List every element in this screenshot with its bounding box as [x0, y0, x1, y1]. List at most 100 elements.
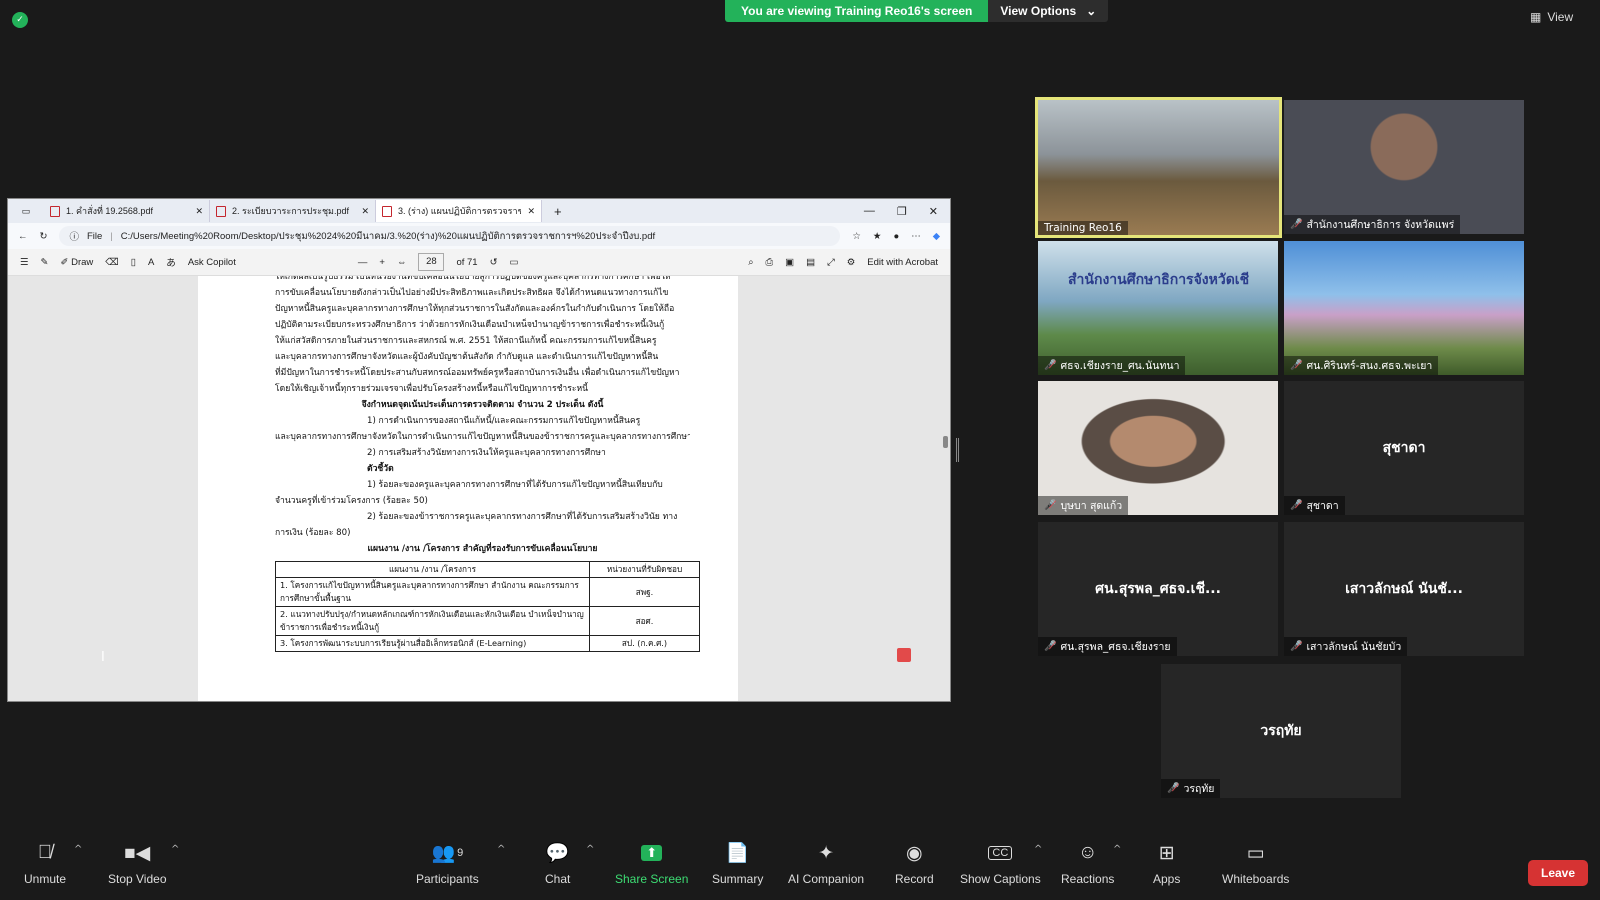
chevron-up-icon[interactable]: ^	[1034, 844, 1042, 855]
chevron-up-icon[interactable]: ^	[586, 844, 594, 855]
star-icon[interactable]: ☆	[852, 231, 861, 242]
doc-heading: จึงกำหนดจุดเน้นประเด็นการตรวจติดตาม จำนว…	[361, 400, 604, 410]
mic-muted-icon: 🎙̸	[37, 842, 53, 863]
favorites-icon[interactable]: ★	[873, 231, 882, 242]
pdf-viewer[interactable]: ให้เกิดผลเป็นรูปธรรม เป็นหน่วยงานที่ขับเ…	[8, 276, 950, 701]
settings-icon[interactable]: ⚙	[847, 257, 856, 268]
video-tile[interactable]: สำนักงานศึกษาธิการจังหวัดเชี 🎤̸ ศธจ.เชียง…	[1038, 241, 1278, 375]
profile-icon[interactable]: ●	[893, 231, 899, 242]
security-shield-icon[interactable]: ✓	[12, 12, 28, 28]
new-tab-icon[interactable]: +	[542, 204, 562, 219]
video-tile[interactable]: Training Reo16	[1035, 97, 1282, 238]
participant-name: Training Reo16	[1044, 222, 1122, 234]
reactions-icon: ☺	[1077, 842, 1098, 863]
page-view-icon[interactable]: ▭	[510, 257, 519, 268]
back-icon[interactable]: ←	[18, 231, 28, 242]
close-icon[interactable]: ✕	[527, 206, 535, 217]
view-button[interactable]: ▦ View	[1530, 10, 1573, 24]
video-tile[interactable]: 🎤̸ ศน.ศิรินทร์-สนง.ศธจ.พะเยา	[1284, 241, 1524, 375]
video-tile[interactable]: 🎤̸ บุษบา สุดแก้ว	[1038, 381, 1278, 515]
search-icon[interactable]: ⌕	[748, 257, 753, 268]
eraser-icon[interactable]: ⌫	[105, 257, 118, 268]
pdf-page: ให้เกิดผลเป็นรูปธรรม เป็นหน่วยงานที่ขับเ…	[198, 276, 738, 701]
participant-name: ศน.สุรพล_ศธจ.เชียงราย	[1060, 641, 1171, 653]
record-button[interactable]: ◉ Record	[895, 842, 934, 887]
fullscreen-icon[interactable]: ⤢	[827, 257, 835, 268]
close-icon[interactable]: ✕	[195, 206, 203, 217]
doc-indicator: จำนวนครูที่เข้าร่วมโครงการ (ร้อยละ 50)	[275, 496, 428, 506]
stop-video-button[interactable]: ■◀ Stop Video	[108, 842, 167, 887]
contents-icon[interactable]: ☰	[20, 257, 29, 268]
unmute-label: Unmute	[24, 872, 67, 886]
pdf-toolbar: ☰ ✎ ✐ Draw ⌫ ▯ A あ Ask Copilot — + ⇔ 28 …	[8, 249, 950, 276]
show-captions-button[interactable]: CC Show Captions	[960, 842, 1041, 886]
chevron-up-icon[interactable]: ^	[1113, 844, 1121, 855]
rotate-icon[interactable]: ↺	[490, 257, 498, 268]
edit-acrobat-button[interactable]: Edit with Acrobat	[867, 257, 938, 268]
share-icon: ⬆	[641, 842, 663, 864]
participants-button[interactable]: 👥 9 Participants	[416, 842, 479, 886]
acrobat-icon[interactable]	[897, 648, 911, 662]
mic-muted-icon: 🎤̸	[1290, 641, 1303, 652]
highlight-icon[interactable]: ✎	[41, 257, 49, 268]
address-field[interactable]: ⓘ File | C:/Users/Meeting%20Room/Desktop…	[59, 226, 841, 246]
chat-button[interactable]: 💬 Chat	[545, 842, 570, 886]
shared-screen[interactable]: ▭ 1. คำสั่งที่ 19.2568.pdf ✕ 2. ระเบียบวา…	[7, 198, 951, 702]
tab-1[interactable]: 1. คำสั่งที่ 19.2568.pdf ✕	[44, 200, 210, 222]
tab-2[interactable]: 2. ระเบียบวาระการประชุม.pdf ✕	[210, 200, 376, 222]
chevron-up-icon[interactable]: ^	[171, 844, 179, 855]
ask-copilot-button[interactable]: Ask Copilot	[188, 257, 236, 268]
doc-line: ให้เกิดผลเป็นรูปธรรม เป็นหน่วยงานที่ขับเ…	[275, 276, 671, 282]
apps-icon: ⊞	[1158, 842, 1175, 864]
translate-icon[interactable]: あ	[166, 255, 176, 269]
scrollbar-thumb[interactable]	[943, 436, 948, 448]
mic-muted-icon: 🎤̸	[1044, 500, 1057, 511]
name-tile[interactable]: เสาวลักษณ์ นันชั... 🎤̸ เสาวลักษณ์ นันชัยบ…	[1284, 522, 1524, 656]
more-icon[interactable]: ⋯	[911, 231, 921, 242]
video-tile[interactable]: 🎤̸ สำนักงานศึกษาธิการ จังหวัดแพร่	[1284, 100, 1524, 234]
whiteboards-label: Whiteboards	[1222, 872, 1290, 886]
leave-button[interactable]: Leave	[1528, 860, 1588, 886]
tab-label: 3. (ร่าง) แผนปฏิบัติการตรวจราชการ ...	[398, 206, 521, 216]
restore-icon[interactable]: ❐	[897, 205, 907, 218]
separator: |	[110, 230, 113, 242]
sidebar-toggle-icon[interactable]: ▭	[8, 206, 44, 217]
close-window-icon[interactable]: ✕	[929, 205, 938, 218]
close-icon[interactable]: ✕	[361, 206, 369, 217]
save-as-icon[interactable]: ▤	[806, 257, 815, 268]
save-icon[interactable]: ▣	[785, 257, 794, 268]
whiteboards-button[interactable]: ▭ Whiteboards	[1222, 842, 1290, 887]
minimize-icon[interactable]: —	[864, 205, 875, 218]
print-icon[interactable]: ⎙	[766, 257, 774, 268]
tile-name-bar: 🎤̸ วรฤทัย	[1161, 779, 1221, 798]
tab-3[interactable]: 3. (ร่าง) แผนปฏิบัติการตรวจราชการ ... ✕	[376, 200, 542, 222]
address-prefix: File	[86, 230, 103, 242]
summary-button[interactable]: 📄 Summary	[712, 842, 763, 886]
chevron-up-icon[interactable]: ^	[497, 844, 505, 855]
fit-page-icon[interactable]: ⇔	[397, 257, 407, 268]
chevron-up-icon[interactable]: ^	[74, 844, 82, 855]
sharing-banner: You are viewing Training Reo16's screen …	[725, 0, 1109, 22]
zoom-out-icon[interactable]: —	[358, 257, 368, 268]
ai-companion-button[interactable]: ✦ AI Companion	[788, 842, 864, 887]
copilot-icon[interactable]: ◆	[933, 231, 940, 242]
share-screen-button[interactable]: ⬆ Share Screen	[615, 842, 688, 886]
participants-label: Participants	[416, 872, 479, 886]
summary-label: Summary	[712, 872, 764, 886]
name-tile[interactable]: สุชาดา 🎤̸ สุชาดา	[1284, 381, 1524, 515]
split-handle[interactable]	[956, 438, 959, 462]
name-tile[interactable]: วรฤทัย 🎤̸ วรฤทัย	[1161, 664, 1401, 798]
name-tile[interactable]: ศน.สุรพล_ศธจ.เชี... 🎤̸ ศน.สุรพล_ศธจ.เชียง…	[1038, 522, 1278, 656]
unmute-button[interactable]: 🎙̸ Unmute	[24, 842, 66, 886]
view-options-button[interactable]: View Options ⌄	[988, 0, 1109, 22]
zoom-in-icon[interactable]: +	[379, 257, 385, 268]
apps-button[interactable]: ⊞ Apps	[1153, 842, 1180, 887]
reactions-button[interactable]: ☺ Reactions	[1061, 842, 1114, 886]
read-aloud-icon[interactable]: A	[148, 257, 154, 268]
text-cursor-icon: I	[101, 650, 105, 665]
draw-button[interactable]: ✐ Draw	[61, 257, 94, 268]
refresh-icon[interactable]: ↻	[40, 231, 48, 242]
view-icon[interactable]: ▯	[131, 257, 136, 268]
mic-muted-icon: 🎤̸	[1290, 500, 1303, 511]
page-number-input[interactable]: 28	[418, 253, 445, 271]
